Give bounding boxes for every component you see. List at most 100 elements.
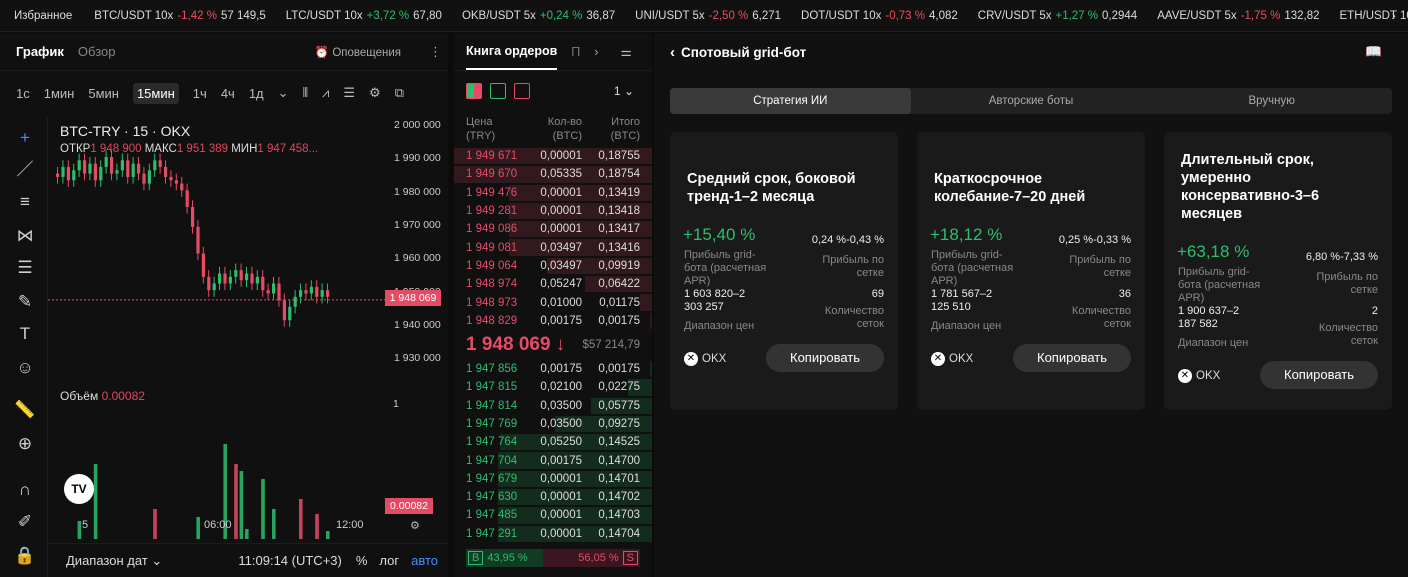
timeframe-2[interactable]: 5мин <box>88 86 119 101</box>
ask-row[interactable]: 1 949 081 0,03497 0,13416 <box>454 238 652 256</box>
tab-chart[interactable]: График <box>16 44 64 59</box>
alerts-button[interactable]: ⏰ Оповещения <box>315 45 401 59</box>
bid-row[interactable]: 1 947 856 0,00175 0,00175 <box>454 360 652 378</box>
row-total: 0,00175 <box>598 363 640 376</box>
view-bids-icon[interactable] <box>490 83 506 99</box>
trendline-icon[interactable]: ／ <box>14 159 36 181</box>
chevron-right-icon[interactable]: › <box>594 45 598 59</box>
candle-type-icon[interactable]: ⫴ <box>303 85 308 101</box>
settings-icon[interactable]: ⚙ <box>369 85 381 101</box>
view-asks-icon[interactable] <box>514 83 530 99</box>
tab-overview[interactable]: Обзор <box>78 44 116 59</box>
copy-button[interactable]: Копировать <box>1013 344 1131 372</box>
ask-row[interactable]: 1 949 670 0,05335 0,18754 <box>454 165 652 183</box>
bid-row[interactable]: 1 947 630 0,00001 0,14702 <box>454 488 652 506</box>
lock-drawing-icon[interactable]: ✐ <box>14 511 36 533</box>
layout-icon[interactable]: ☰ <box>343 85 355 101</box>
bid-row[interactable]: 1 947 485 0,00001 0,14703 <box>454 506 652 524</box>
ask-row[interactable]: 1 949 671 0,00001 0,18755 <box>454 147 652 165</box>
settings-icon[interactable]: ⚙ <box>410 519 420 532</box>
candle <box>212 283 216 291</box>
text-icon[interactable]: T <box>14 323 36 345</box>
timeframe-3[interactable]: 15мин <box>132 82 179 104</box>
grid-bot-title: Спотовый grid-бот <box>681 44 807 60</box>
ticker-item[interactable]: OKB/USDT 5x +0,24 % 36,87 <box>452 10 625 22</box>
tab-author-bots[interactable]: Авторские боты <box>911 88 1152 114</box>
bid-row[interactable]: 1 947 764 0,05250 0,14525 <box>454 433 652 451</box>
bid-row[interactable]: 1 947 679 0,00001 0,14701 <box>454 470 652 488</box>
ask-row[interactable]: 1 949 086 0,00001 0,13417 <box>454 220 652 238</box>
ruler-icon[interactable]: 📏 <box>14 399 36 421</box>
ask-row[interactable]: 1 949 064 0,03497 0,09919 <box>454 257 652 275</box>
zoom-icon[interactable]: ⊕ <box>14 433 36 455</box>
tab-order-book[interactable]: Книга ордеров <box>466 34 558 70</box>
ask-row[interactable]: 1 948 829 0,00175 0,00175 <box>454 312 652 330</box>
auto-toggle[interactable]: авто <box>411 553 438 568</box>
brush-icon[interactable]: ✎ <box>14 291 36 313</box>
settings-sliders-icon[interactable]: ⚌ <box>620 44 631 59</box>
date-range-button[interactable]: Диапазон дат ⌄ <box>66 553 162 569</box>
ticker-item[interactable]: AAVE/USDT 5x -1,75 % 132,82 <box>1147 10 1329 22</box>
fib-icon[interactable]: ☰ <box>14 257 36 279</box>
card-grid-range: 0,24 %-0,43 % <box>811 234 884 246</box>
horizontal-lines-icon[interactable]: ≡ <box>14 191 36 213</box>
book-icon[interactable]: 📖 <box>1365 44 1382 60</box>
timeframe-4[interactable]: 1ч <box>193 86 207 101</box>
ask-row[interactable]: 1 948 973 0,01000 0,01175 <box>454 293 652 311</box>
strategy-tabs: Стратегия ИИ Авторские боты Вручную <box>670 88 1392 114</box>
timeframe-5[interactable]: 4ч <box>221 86 235 101</box>
ticker-item[interactable]: ETH/USDT 10x <box>1330 10 1408 22</box>
ask-row[interactable]: 1 949 281 0,00001 0,13418 <box>454 202 652 220</box>
tab-trades[interactable]: П <box>571 45 580 59</box>
candle <box>207 276 211 291</box>
row-qty: 0,05335 <box>540 168 582 181</box>
lock-icon[interactable]: 🔒 <box>14 545 36 567</box>
bid-row[interactable]: 1 947 291 0,00001 0,14704 <box>454 525 652 543</box>
bid-row[interactable]: 1 947 704 0,00175 0,14700 <box>454 451 652 469</box>
timeframe-0[interactable]: 1с <box>16 86 30 101</box>
chevron-down-icon[interactable]: ⌄ <box>278 85 289 101</box>
timeframe-1[interactable]: 1мин <box>44 86 75 101</box>
emoji-icon[interactable]: ☺ <box>14 357 36 379</box>
ticker-item[interactable]: LTC/USDT 10x +3,72 % 67,80 <box>276 10 452 22</box>
back-icon[interactable]: ‹ <box>670 44 675 61</box>
bid-row[interactable]: 1 947 769 0,03500 0,09275 <box>454 415 652 433</box>
strategy-card[interactable]: Средний срок, боковой тренд-1–2 месяца +… <box>670 132 898 410</box>
candle <box>66 166 70 181</box>
copy-button[interactable]: Копировать <box>766 344 884 372</box>
strategy-card[interactable]: Краткосрочное колебание-7–20 дней +18,12… <box>917 132 1145 410</box>
pattern-icon[interactable]: ⋈ <box>14 225 36 247</box>
tab-ai-strategy[interactable]: Стратегия ИИ <box>670 88 911 114</box>
row-total: 0,14701 <box>598 472 640 485</box>
tradingview-logo[interactable]: TV <box>64 474 94 504</box>
strategy-card[interactable]: Длительный срок, умеренно консервативно-… <box>1164 132 1392 410</box>
more-icon[interactable]: ⋮ <box>429 44 442 60</box>
chevron-right-icon[interactable]: › <box>1391 7 1396 23</box>
ask-row[interactable]: 1 948 974 0,05247 0,06422 <box>454 275 652 293</box>
candle <box>191 206 195 227</box>
favorites-label[interactable]: Избранное <box>0 10 84 22</box>
crosshair-icon[interactable]: + <box>14 127 36 149</box>
copy-button[interactable]: Копировать <box>1260 361 1378 389</box>
view-both-icon[interactable] <box>466 83 482 99</box>
tab-manual[interactable]: Вручную <box>1151 88 1392 114</box>
log-toggle[interactable]: лог <box>379 553 399 568</box>
camera-icon[interactable]: ⧉ <box>395 85 404 101</box>
price-chart[interactable] <box>48 117 386 435</box>
x-tick: 5 <box>82 519 89 531</box>
magnet-icon[interactable]: ∩ <box>14 479 36 501</box>
bid-row[interactable]: 1 947 814 0,03500 0,05775 <box>454 397 652 415</box>
sell-percent: 56,05 % <box>578 552 619 564</box>
ask-row[interactable]: 1 949 476 0,00001 0,13419 <box>454 184 652 202</box>
timeframe-6[interactable]: 1д <box>249 86 264 101</box>
ticker-item[interactable]: UNI/USDT 5x -2,50 % 6,271 <box>625 10 791 22</box>
ticker-price: 132,82 <box>1284 9 1320 22</box>
ticker-item[interactable]: BTC/USDT 10x -1,42 % 57 149,5 <box>84 10 275 22</box>
percent-toggle[interactable]: % <box>356 553 368 568</box>
ticker-item[interactable]: DOT/USDT 10x -0,73 % 4,082 <box>791 10 968 22</box>
row-total: 0,14703 <box>598 509 640 522</box>
indicators-icon[interactable]: ⩘ <box>322 85 329 101</box>
ticker-item[interactable]: CRV/USDT 5x +1,27 % 0,2944 <box>968 10 1147 22</box>
grouping-select[interactable]: 1 ⌄ <box>614 84 634 98</box>
bid-row[interactable]: 1 947 815 0,02100 0,02275 <box>454 378 652 396</box>
